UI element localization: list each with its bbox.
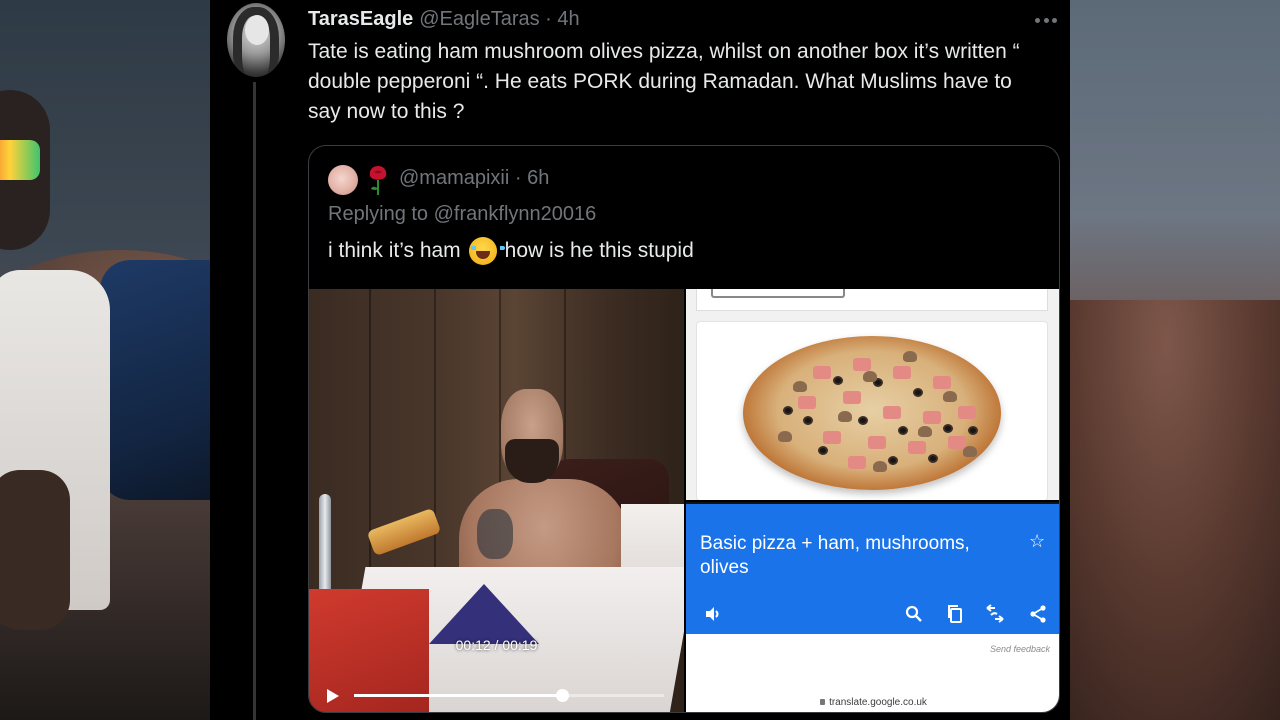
background-video-right xyxy=(1070,0,1280,720)
tweet-text: Tate is eating ham mushroom olives pizza… xyxy=(308,40,1020,123)
video-progress-knob[interactable] xyxy=(555,689,569,702)
handle-and-time[interactable]: @EagleTaras · 4h xyxy=(419,8,579,31)
more-icon[interactable] xyxy=(1033,10,1059,30)
quote-text-after: how is he this stupid xyxy=(504,239,694,262)
search-icon[interactable] xyxy=(904,604,924,624)
speaker-icon[interactable] xyxy=(703,604,723,624)
play-icon[interactable] xyxy=(327,689,339,703)
tears-of-joy-emoji-icon xyxy=(468,237,505,265)
tweet-header: TarasEagle @EagleTaras · 4h xyxy=(308,8,580,32)
display-name[interactable]: TarasEagle xyxy=(308,8,413,31)
lock-icon xyxy=(820,699,826,706)
translate-card: Basic pizza + ham, mushrooms, olives ☆ xyxy=(686,502,1059,634)
thread-line xyxy=(253,82,256,720)
pizza-image[interactable] xyxy=(686,289,1059,500)
copy-icon[interactable] xyxy=(945,604,965,624)
video-time: 00:12 / 00:19 xyxy=(455,637,538,653)
avatar[interactable] xyxy=(227,3,285,77)
translate-screenshot[interactable]: Basic pizza + ham, mushrooms, olives ☆ S… xyxy=(686,502,1059,712)
quote-text-before: i think it’s ham xyxy=(328,239,461,262)
url-text: translate.google.co.uk xyxy=(829,697,927,708)
replying-to[interactable]: Replying to @frankflynn20016 xyxy=(328,203,596,226)
swap-icon[interactable] xyxy=(985,604,1005,624)
share-icon[interactable] xyxy=(1028,604,1048,624)
star-icon[interactable]: ☆ xyxy=(1029,532,1047,550)
quote-avatar[interactable] xyxy=(328,165,358,195)
pizza xyxy=(743,336,1001,490)
video-player[interactable]: 00:12 / 00:19 xyxy=(309,289,684,712)
quote-text: i think it’s ham how is he this stupid xyxy=(328,237,694,265)
background-video-left xyxy=(0,0,210,720)
tweet: TarasEagle @EagleTaras · 4h Tate is eati… xyxy=(210,0,1070,720)
video-progress-fill xyxy=(354,694,562,697)
url-bar: translate.google.co.uk xyxy=(686,697,1059,708)
pizza-slice xyxy=(366,507,442,557)
translate-text: Basic pizza + ham, mushrooms, olives xyxy=(700,533,970,578)
send-feedback-link[interactable]: Send feedback xyxy=(686,644,1050,654)
video-progress-bar[interactable] xyxy=(354,689,664,702)
rose-icon xyxy=(369,166,387,195)
vehicle xyxy=(100,260,210,500)
quote-handle-and-time[interactable]: @mamapixii · 6h xyxy=(399,167,549,190)
quoted-tweet[interactable]: @mamapixii · 6h Replying to @frankflynn2… xyxy=(308,145,1060,713)
